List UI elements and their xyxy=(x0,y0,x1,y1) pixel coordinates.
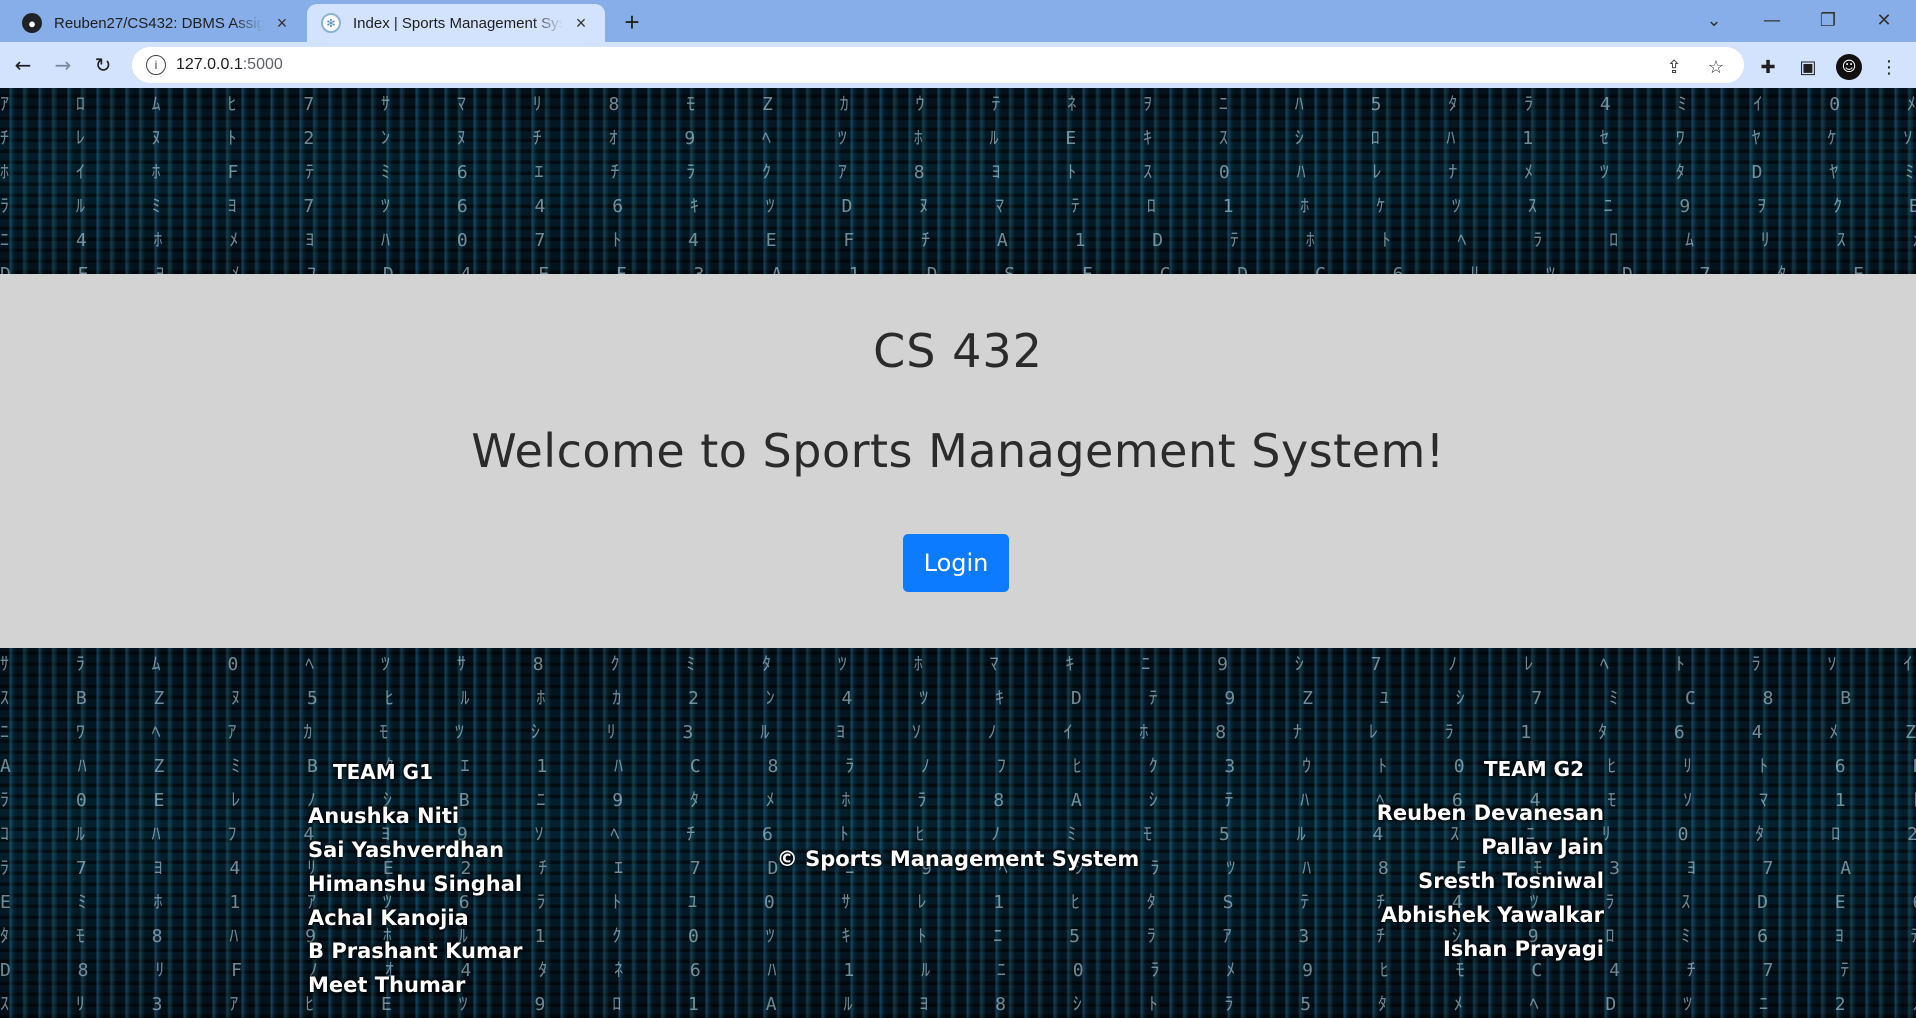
browser-tab-strip: ● Reuben27/CS432: DBMS Assignm × ✻ Index… xyxy=(0,0,1916,42)
globe-icon: ✻ xyxy=(321,13,341,33)
matrix-banner-top: ｱ ﾛ ﾑ ﾋ 7 ｻ ﾏ ﾘ 8 ﾓ Z ｶ ｳ ﾃ ﾈ ｦ ﾆ ﾊ 5 ﾀ … xyxy=(0,88,1916,274)
address-bar[interactable]: i 127.0.0.1:5000 ⇪ ☆ xyxy=(132,47,1744,83)
team-g2-title: TEAM G2 xyxy=(1484,757,1584,781)
team-g2-member: Pallav Jain xyxy=(1481,835,1604,859)
close-icon[interactable]: × xyxy=(571,13,591,33)
url-port: :5000 xyxy=(242,56,283,73)
course-title: CS 432 xyxy=(873,324,1043,378)
site-info-icon[interactable]: i xyxy=(146,55,166,75)
profile-avatar[interactable]: ☺ xyxy=(1836,54,1862,80)
tab-title: Index | Sports Management Syste xyxy=(353,14,563,32)
copyright-text: © Sports Management System xyxy=(776,847,1140,871)
restore-icon[interactable]: ❐ xyxy=(1806,6,1850,34)
tab-github[interactable]: ● Reuben27/CS432: DBMS Assignm × xyxy=(8,4,306,42)
hero-section: CS 432 Welcome to Sports Management Syst… xyxy=(0,274,1916,648)
share-icon[interactable]: ⇪ xyxy=(1662,55,1686,79)
menu-kebab-icon[interactable]: ⋮ xyxy=(1876,54,1902,80)
new-tab-button[interactable]: + xyxy=(618,7,646,37)
forward-icon[interactable]: → xyxy=(48,50,78,80)
login-button[interactable]: Login xyxy=(903,534,1009,592)
matrix-rain-decoration: ｱ ﾛ ﾑ ﾋ 7 ｻ ﾏ ﾘ 8 ﾓ Z ｶ ｳ ﾃ ﾈ ｦ ﾆ ﾊ 5 ﾀ … xyxy=(0,94,1916,274)
team-g1-member: Himanshu Singhal xyxy=(308,872,523,896)
team-g1-member: B Prashant Kumar xyxy=(308,939,523,963)
url-host: 127.0.0.1 xyxy=(176,56,243,73)
github-icon: ● xyxy=(22,13,42,33)
team-g2-member: Sresth Tosniwal xyxy=(1418,869,1604,893)
back-icon[interactable]: ← xyxy=(8,50,38,80)
team-g1-member: Achal Kanojia xyxy=(308,906,469,930)
team-g2-member: Reuben Devanesan xyxy=(1376,801,1604,825)
side-panel-icon[interactable]: ▣ xyxy=(1795,54,1821,80)
team-g1-member: Anushka Niti xyxy=(308,804,460,828)
matrix-rain-decoration: ｻ ﾗ ﾑ 0 ﾍ ﾂ ｻ 8 ｸ ﾐ ﾀ ﾂ ﾎ ﾏ ｷ ﾆ 9 ｼ 7 ﾉ … xyxy=(0,654,1916,1015)
team-g2-member: Abhishek Yawalkar xyxy=(1380,903,1604,927)
close-window-icon[interactable]: ✕ xyxy=(1862,6,1906,34)
welcome-heading: Welcome to Sports Management System! xyxy=(471,424,1445,478)
tab-sports-management[interactable]: ✻ Index | Sports Management Syste × xyxy=(307,4,605,42)
team-g1-title: TEAM G1 xyxy=(333,760,433,784)
tab-search-icon[interactable]: ⌄ xyxy=(1692,6,1736,34)
browser-toolbar: ← → ↻ i 127.0.0.1:5000 ⇪ ☆ ✚ ▣ ☺ ⋮ xyxy=(0,42,1916,88)
matrix-footer: ｻ ﾗ ﾑ 0 ﾍ ﾂ ｻ 8 ｸ ﾐ ﾀ ﾂ ﾎ ﾏ ｷ ﾆ 9 ｼ 7 ﾉ … xyxy=(0,648,1916,1018)
tab-title: Reuben27/CS432: DBMS Assignm xyxy=(54,14,264,32)
team-g1-member: Meet Thumar xyxy=(308,973,466,997)
team-g2-member: Ishan Prayagi xyxy=(1442,937,1604,961)
reload-icon[interactable]: ↻ xyxy=(88,50,118,80)
bookmark-star-icon[interactable]: ☆ xyxy=(1704,55,1728,79)
close-icon[interactable]: × xyxy=(272,13,292,33)
minimize-icon[interactable]: — xyxy=(1750,6,1794,34)
extensions-icon[interactable]: ✚ xyxy=(1755,54,1781,80)
page-content: ｱ ﾛ ﾑ ﾋ 7 ｻ ﾏ ﾘ 8 ﾓ Z ｶ ｳ ﾃ ﾈ ｦ ﾆ ﾊ 5 ﾀ … xyxy=(0,88,1916,1018)
